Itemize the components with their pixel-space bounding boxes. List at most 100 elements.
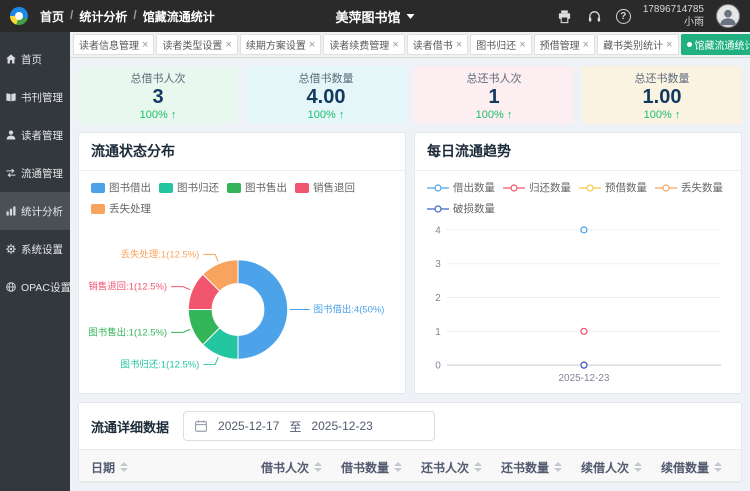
table-header-row: 日期借书人次 借书数量还书人次还书数量续借人次续借数量预借人次 [79,449,741,482]
circulation-icon [5,167,17,179]
sidebar-item-gear[interactable]: 系统设置 [0,230,70,268]
legend-item[interactable]: 图书借出 [91,180,151,195]
sidebar-item-label: 书刊管理 [21,90,63,105]
sidebar-item-globe[interactable]: OPAC设置 [0,268,70,306]
user-info: 17896714785 小雨 [643,3,704,30]
sidebar-item-label: 读者管理 [21,128,63,143]
sidebar-item-reader[interactable]: 读者管理 [0,116,70,154]
detail-title: 流通详细数据 [91,417,169,436]
legend-item[interactable]: 销售退回 [295,180,355,195]
line-series-marker-icon [579,183,601,193]
topbar: 首页 / 统计分析 / 馆藏流通统计 美萍图书馆 ? 17896714785 小… [0,0,750,32]
tab-6[interactable]: 图书归还× [470,34,531,55]
stat-title: 总还书数量 [635,70,690,86]
data-point[interactable] [581,362,587,368]
tab-close-icon[interactable]: × [225,39,231,51]
pie-label-line [203,254,218,261]
stat-change: 100%↑ [308,109,345,121]
table-column-header[interactable]: 借书数量 [329,450,409,482]
legend-item[interactable]: 破损数量 [427,201,495,216]
sidebar-item-home[interactable]: 首页 [0,40,70,78]
breadcrumb-item-home[interactable]: 首页 [40,8,64,25]
detail-header: 流通详细数据 2025-12-17 至 2025-12-23 [79,403,741,449]
avatar[interactable] [716,4,740,28]
pie-slice[interactable] [238,260,288,359]
sort-caret-icons[interactable] [394,462,402,472]
legend-item[interactable]: 丢失数量 [655,180,723,195]
legend-label: 归还数量 [529,180,571,195]
tab-close-icon[interactable]: × [583,39,589,51]
printer-icon[interactable] [556,7,574,25]
breadcrumb-current: 馆藏流通统计 [143,8,215,25]
data-point[interactable] [581,227,587,233]
tab-close-icon[interactable]: × [392,39,398,51]
sort-caret-icons[interactable] [314,462,322,472]
tab-9[interactable]: 馆藏流通统计× [681,34,750,55]
sort-caret-icons[interactable] [474,462,482,472]
sidebar-item-label: 首页 [21,52,42,67]
tab-close-icon[interactable]: × [456,39,462,51]
sort-caret-icons[interactable] [714,462,722,472]
sidebar-item-label: 系统设置 [21,242,63,257]
tab-bar: 读者信息管理×读者类型设置×续期方案设置×读者续费管理×读者借书×图书归还×预借… [70,32,750,58]
tab-label: 预借管理 [540,37,580,52]
table-column-header[interactable]: 续借数量 [649,450,729,482]
tab-close-icon[interactable]: × [519,39,525,51]
sidebar-item-circulation[interactable]: 流通管理 [0,154,70,192]
legend-item[interactable]: 图书归还 [159,180,219,195]
table-column-header[interactable]: 日期 [79,450,249,482]
legend-item[interactable]: 预借数量 [579,180,647,195]
up-arrow-icon: ↑ [339,109,345,121]
line-series-marker-icon [655,183,677,193]
help-icon[interactable]: ? [616,9,631,24]
column-header-label: 借书人次 [261,459,309,476]
tab-1[interactable]: 读者信息管理× [73,34,154,55]
legend-item[interactable]: 归还数量 [503,180,571,195]
stat-card-borrow-count: 总借书数量 4.00 100%↑ [246,66,406,124]
legend-swatch-icon [91,183,105,193]
tab-3[interactable]: 续期方案设置× [240,34,321,55]
library-selector[interactable]: 美萍图书馆 [335,7,414,26]
tab-label: 读者类型设置 [162,37,222,52]
tab-7[interactable]: 预借管理× [534,34,595,55]
table-column-header[interactable]: 还书人次 [409,450,489,482]
tab-label: 藏书类别统计 [603,37,663,52]
tab-5[interactable]: 读者借书× [407,34,468,55]
sort-caret-icons[interactable] [554,462,562,472]
sidebar: 首页书刊管理读者管理流通管理统计分析系统设置 OPAC设置 [0,32,70,491]
x-tick-label: 2025-12-23 [559,373,610,384]
data-point[interactable] [581,328,587,334]
line-legend: 借出数量 归还数量预借数量 丢失数量破损数量 [415,171,741,218]
stat-change: 100%↑ [476,109,513,121]
legend-item[interactable]: 丢失处理 [91,201,151,216]
legend-item[interactable]: 借出数量 [427,180,495,195]
stat-title: 总还书人次 [467,70,522,86]
stat-change: 100%↑ [644,109,681,121]
sidebar-item-book[interactable]: 书刊管理 [0,78,70,116]
sort-caret-icons[interactable] [120,462,128,472]
table-column-header[interactable]: 预借人次 [729,450,741,482]
pie-slice-label: 丢失处理:1(12.5%) [121,248,200,260]
support-headset-icon[interactable] [586,7,604,25]
table-column-header[interactable]: 借书人次 [249,450,329,482]
sidebar-item-stats[interactable]: 统计分析 [0,192,70,230]
pie-chart-panel: 流通状态分布 图书借出图书归还图书售出销售退回丢失处理 图书借出:4(50%)图… [78,132,406,394]
y-tick-label: 1 [435,327,441,338]
legend-item[interactable]: 图书售出 [227,180,287,195]
legend-label: 丢失数量 [681,180,723,195]
table-column-header[interactable]: 还书数量 [489,450,569,482]
tab-2[interactable]: 读者类型设置× [156,34,237,55]
tab-close-icon[interactable]: × [142,39,148,51]
tab-close-icon[interactable]: × [666,39,672,51]
date-from[interactable]: 2025-12-17 [218,419,279,433]
sort-caret-icons[interactable] [634,462,642,472]
breadcrumb-item-stats[interactable]: 统计分析 [79,8,127,25]
legend-label: 图书售出 [245,180,287,195]
tab-close-icon[interactable]: × [309,39,315,51]
tab-8[interactable]: 藏书类别统计× [597,34,678,55]
date-range-picker[interactable]: 2025-12-17 至 2025-12-23 [183,411,435,441]
table-column-header[interactable]: 续借人次 [569,450,649,482]
date-to[interactable]: 2025-12-23 [311,419,372,433]
tab-label: 读者借书 [413,37,453,52]
tab-4[interactable]: 读者续费管理× [323,34,404,55]
